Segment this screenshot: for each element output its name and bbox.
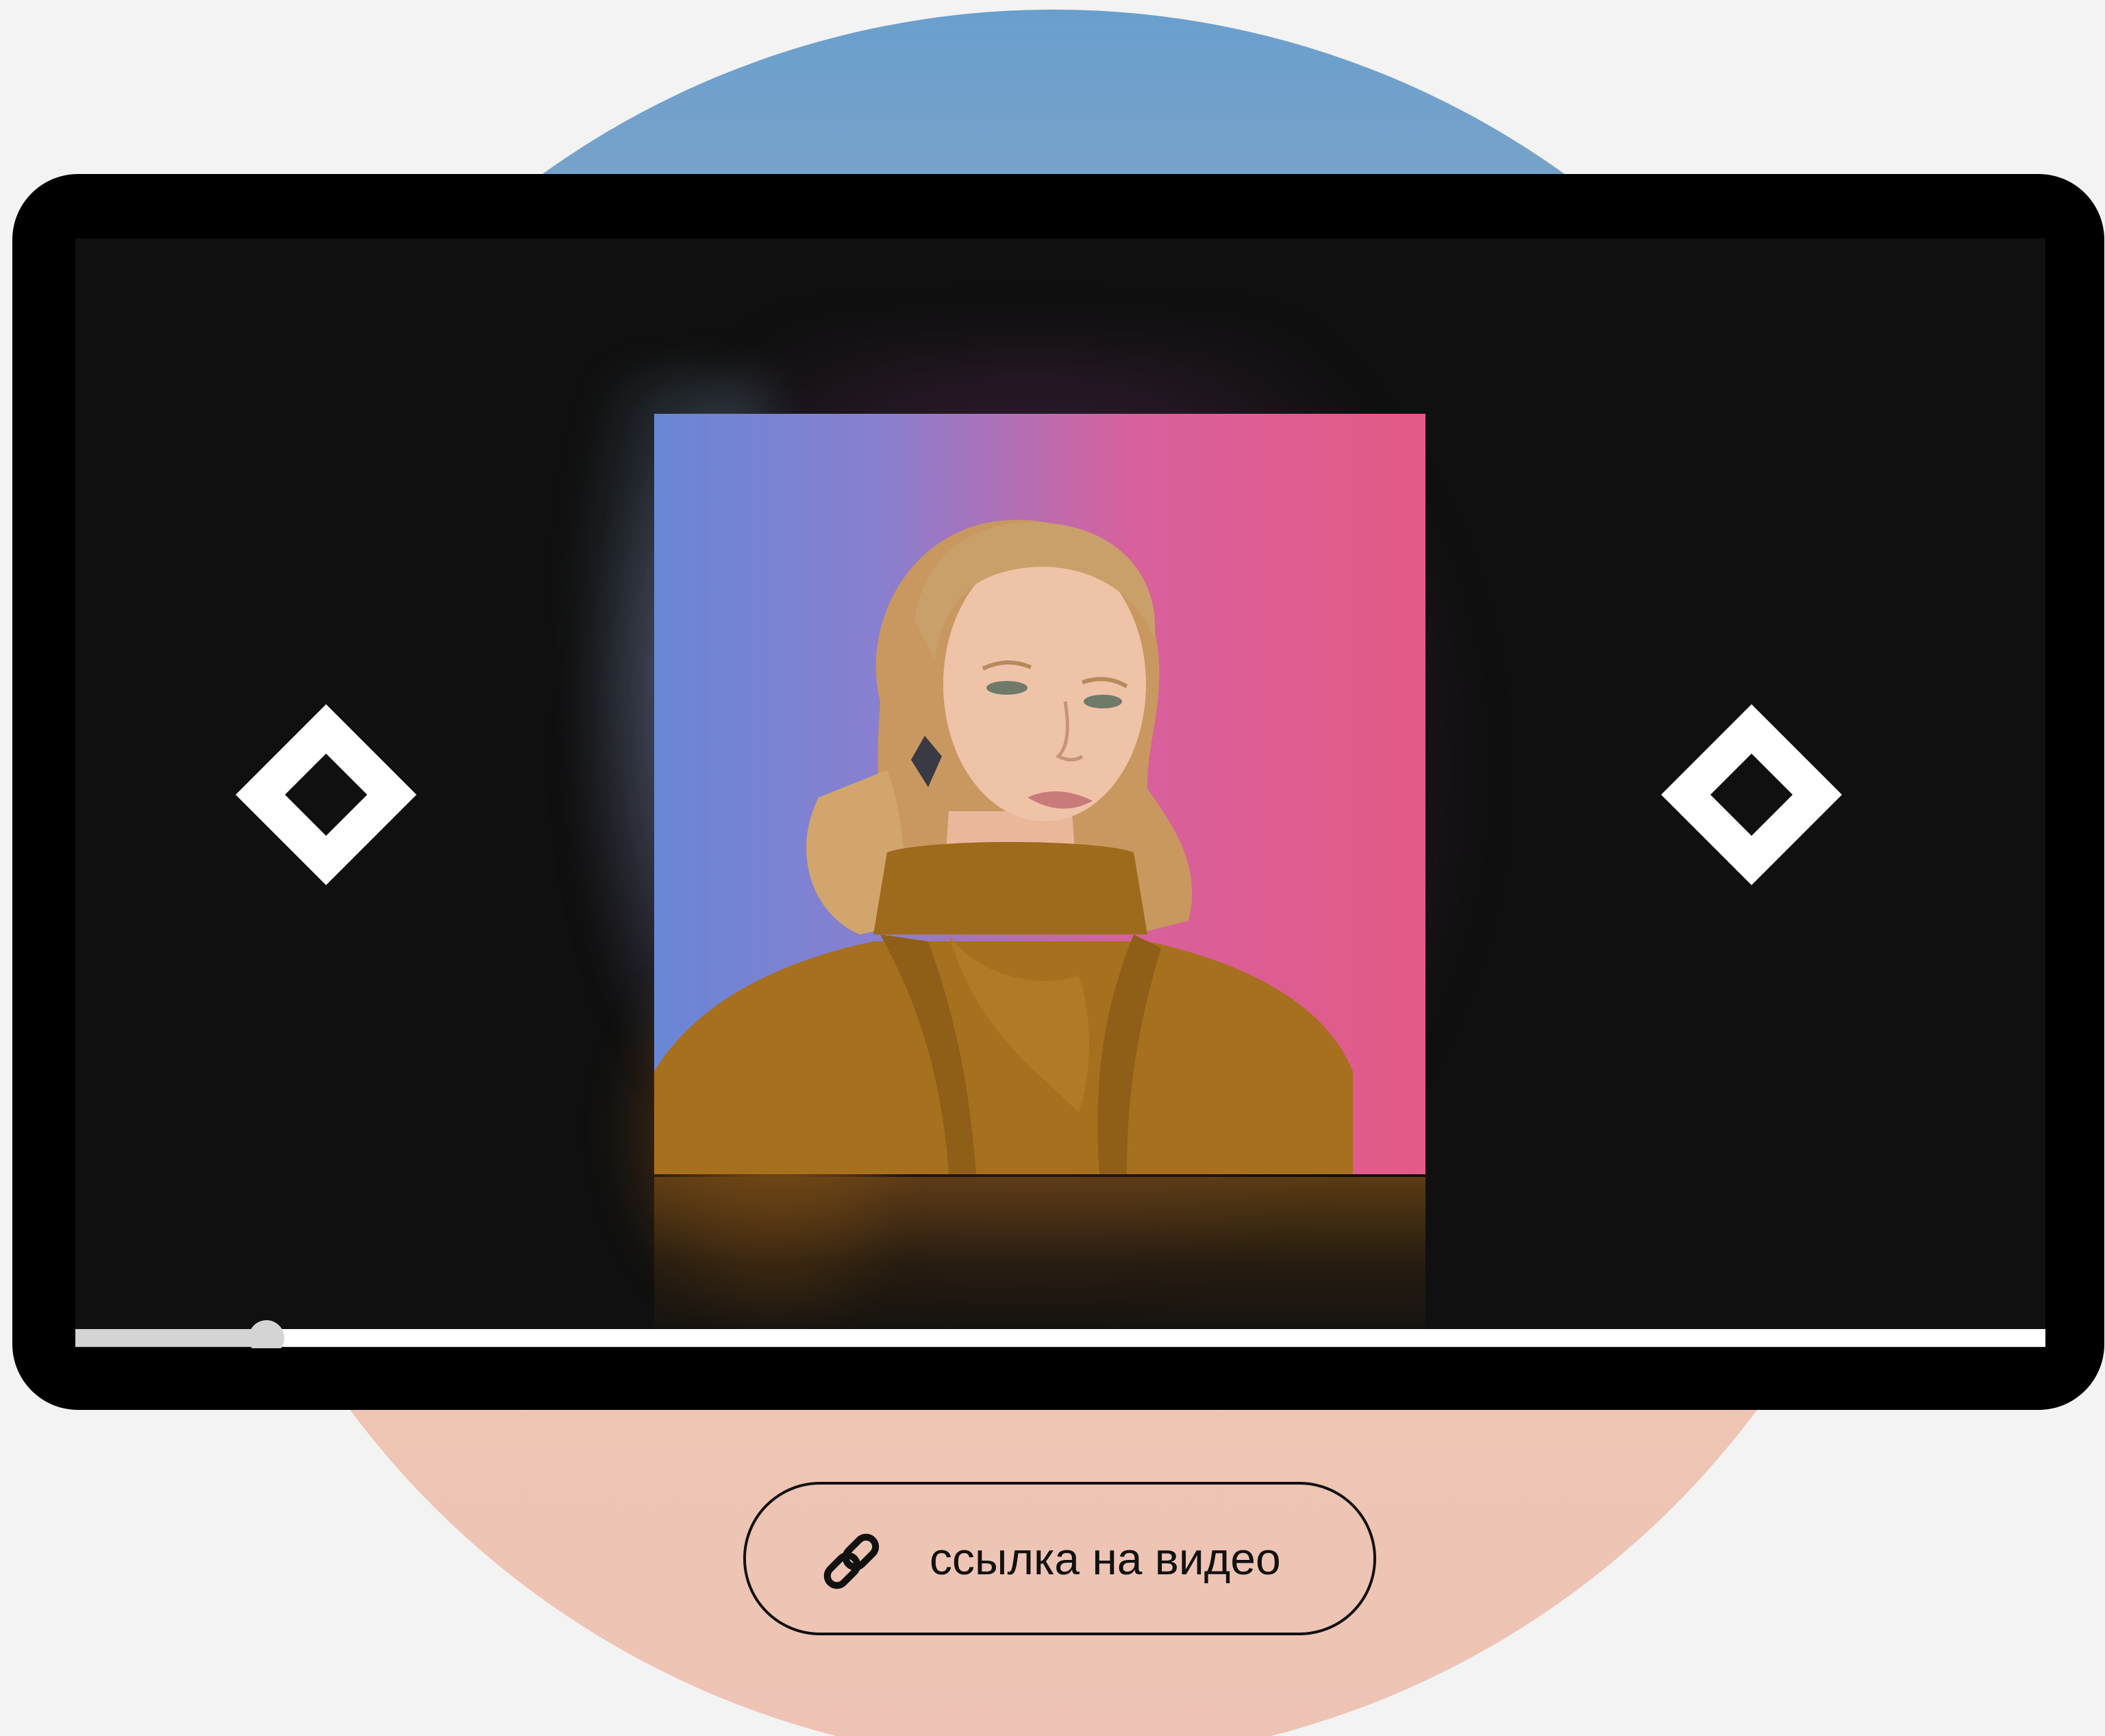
progress-bar[interactable] bbox=[75, 1320, 2045, 1348]
diamond-outline-icon bbox=[1661, 704, 1842, 885]
video-player[interactable] bbox=[75, 238, 2045, 1348]
video-frame-portrait bbox=[654, 414, 1425, 1174]
page: ссылка на видео bbox=[0, 0, 2105, 1736]
progress-handle[interactable] bbox=[249, 1320, 284, 1348]
device-frame bbox=[12, 174, 2104, 1410]
video-link-label: ссылка на видео bbox=[930, 1533, 1281, 1584]
portrait-illustration bbox=[654, 519, 1353, 1174]
next-button[interactable] bbox=[1661, 704, 1842, 885]
video-frame-reflection bbox=[654, 1177, 1425, 1348]
previous-button[interactable] bbox=[236, 704, 416, 885]
progress-fill bbox=[75, 1329, 266, 1347]
diamond-outline-icon bbox=[236, 704, 416, 885]
link-chain-icon bbox=[823, 1533, 880, 1589]
video-link-button[interactable]: ссылка на видео bbox=[743, 1482, 1376, 1635]
